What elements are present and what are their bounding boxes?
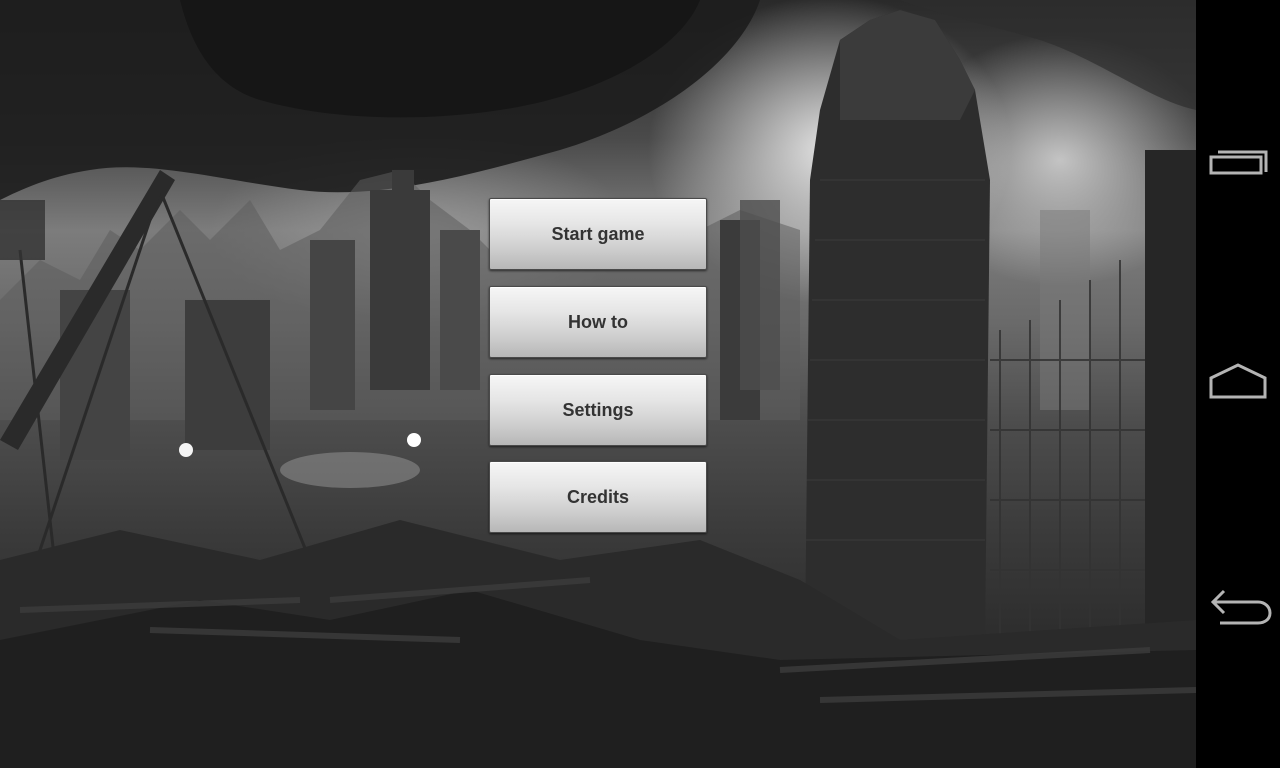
home-button[interactable]: [1196, 340, 1280, 424]
settings-label: Settings: [562, 399, 634, 420]
recent-apps-button[interactable]: [1196, 122, 1280, 206]
how-to-button[interactable]: How to: [489, 286, 707, 358]
settings-button[interactable]: Settings: [489, 374, 707, 446]
system-navigation-bar: [1196, 0, 1280, 768]
recent-apps-icon: [1209, 150, 1268, 175]
back-button[interactable]: [1196, 565, 1280, 649]
how-to-label: How to: [568, 311, 628, 332]
credits-button[interactable]: Credits: [489, 461, 707, 533]
credits-label: Credits: [566, 486, 629, 507]
back-icon: [1210, 589, 1272, 625]
start-game-button[interactable]: Start game: [489, 198, 707, 270]
start-game-label: Start game: [551, 223, 645, 244]
home-icon: [1209, 363, 1267, 399]
